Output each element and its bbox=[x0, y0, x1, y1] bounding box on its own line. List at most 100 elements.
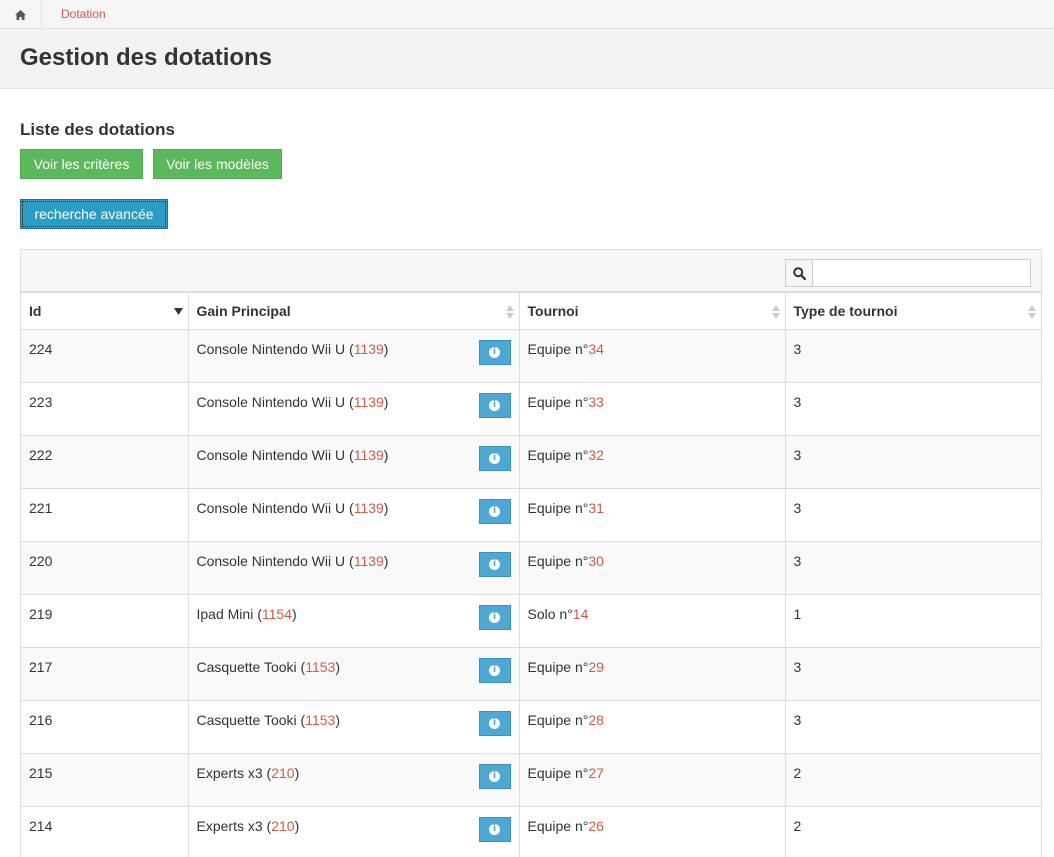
gain-ref-link[interactable]: 1139 bbox=[354, 500, 384, 516]
tournoi-link[interactable]: 28 bbox=[588, 712, 604, 728]
tournoi-link[interactable]: 29 bbox=[588, 659, 604, 675]
tournoi-link[interactable]: 31 bbox=[588, 500, 604, 516]
column-header-tournoi[interactable]: Tournoi bbox=[519, 292, 786, 330]
cell-tournoi: Equipe n°33 bbox=[519, 382, 786, 436]
info-button[interactable]: i bbox=[478, 605, 511, 630]
column-header-gain[interactable]: Gain Principal bbox=[188, 292, 520, 330]
gain-name: Casquette Tooki bbox=[196, 712, 297, 728]
cell-id: 221 bbox=[21, 488, 189, 542]
gain-name: Experts x3 bbox=[196, 818, 263, 834]
sort-desc-icon bbox=[173, 308, 183, 315]
gain-name: Ipad Mini bbox=[196, 606, 254, 622]
gain-ref-link[interactable]: 1139 bbox=[354, 447, 384, 463]
tournoi-label: Solo n° bbox=[527, 606, 573, 622]
info-button[interactable]: i bbox=[478, 552, 511, 577]
column-header-type[interactable]: Type de tournoi bbox=[785, 292, 1041, 330]
tournoi-label: Equipe n° bbox=[527, 765, 589, 781]
cell-id: 222 bbox=[21, 435, 189, 489]
cell-gain: Console Nintendo Wii U (1139) i bbox=[188, 382, 520, 436]
info-icon: i bbox=[489, 612, 500, 623]
search-input[interactable] bbox=[812, 259, 1031, 287]
gain-ref-link[interactable]: 1139 bbox=[354, 394, 384, 410]
info-icon: i bbox=[489, 506, 500, 517]
info-button[interactable]: i bbox=[478, 764, 511, 789]
cell-tournoi: Equipe n°28 bbox=[519, 700, 786, 754]
tournoi-label: Equipe n° bbox=[527, 500, 589, 516]
cell-gain: Experts x3 (210) i bbox=[188, 806, 520, 857]
info-button[interactable]: i bbox=[478, 658, 511, 683]
row-id: 219 bbox=[29, 606, 53, 622]
cell-gain: Console Nintendo Wii U (1139) i bbox=[188, 435, 520, 489]
tournoi-label: Equipe n° bbox=[527, 553, 589, 569]
gain-ref-link[interactable]: 1154 bbox=[262, 606, 292, 622]
column-header-label: Gain Principal bbox=[196, 303, 291, 319]
info-button[interactable]: i bbox=[478, 711, 511, 736]
row-id: 223 bbox=[29, 394, 53, 410]
cell-gain: Experts x3 (210) i bbox=[188, 753, 520, 807]
info-button[interactable]: i bbox=[478, 446, 511, 471]
tournoi-type: 3 bbox=[793, 712, 802, 728]
gain-name: Console Nintendo Wii U bbox=[196, 500, 346, 516]
cell-gain: Console Nintendo Wii U (1139) i bbox=[188, 541, 520, 595]
gain-ref-link[interactable]: 1139 bbox=[354, 341, 384, 357]
tournoi-link[interactable]: 26 bbox=[588, 818, 604, 834]
tournoi-label: Equipe n° bbox=[527, 394, 589, 410]
info-button[interactable]: i bbox=[478, 499, 511, 524]
gain-name: Casquette Tooki bbox=[196, 659, 297, 675]
section-title: Liste des dotations bbox=[20, 120, 175, 139]
cell-id: 217 bbox=[21, 647, 189, 701]
tournoi-link[interactable]: 33 bbox=[588, 394, 604, 410]
cell-id: 220 bbox=[21, 541, 189, 595]
table-row: 220 Console Nintendo Wii U (1139) i Equipe … bbox=[21, 541, 1041, 595]
tournoi-link[interactable]: 30 bbox=[588, 553, 604, 569]
gain-ref-link[interactable]: 210 bbox=[271, 765, 294, 781]
gain-ref-link[interactable]: 1153 bbox=[305, 659, 335, 675]
gain-ref-link[interactable]: 210 bbox=[271, 818, 294, 834]
info-icon: i bbox=[489, 559, 500, 570]
info-icon: i bbox=[489, 347, 500, 358]
dotations-table-container: Id Gain Principal Tournoi Type de tourno… bbox=[20, 249, 1042, 857]
info-icon: i bbox=[489, 453, 500, 464]
breadcrumb-home-link[interactable] bbox=[0, 0, 42, 29]
tournoi-link[interactable]: 32 bbox=[588, 447, 604, 463]
page-title: Gestion des dotations bbox=[20, 44, 273, 71]
tournoi-link[interactable]: 14 bbox=[573, 606, 589, 622]
gain-name: Console Nintendo Wii U bbox=[196, 447, 346, 463]
cell-tournoi: Equipe n°32 bbox=[519, 435, 786, 489]
cell-gain: Console Nintendo Wii U (1139) i bbox=[188, 488, 520, 542]
info-icon: i bbox=[489, 718, 500, 729]
column-header-id[interactable]: Id bbox=[21, 292, 189, 330]
gain-name: Console Nintendo Wii U bbox=[196, 553, 346, 569]
advanced-search-button[interactable]: recherche avancée bbox=[20, 199, 168, 229]
search-button[interactable] bbox=[785, 259, 813, 287]
info-button[interactable]: i bbox=[478, 340, 511, 365]
cell-gain: Casquette Tooki (1153) i bbox=[188, 647, 520, 701]
cell-gain: Casquette Tooki (1153) i bbox=[188, 700, 520, 754]
table-header-row: Id Gain Principal Tournoi Type de tourno… bbox=[21, 292, 1041, 330]
view-criteria-button[interactable]: Voir les critères bbox=[20, 149, 143, 179]
tournoi-link[interactable]: 27 bbox=[588, 765, 604, 781]
cell-tournoi: Equipe n°29 bbox=[519, 647, 786, 701]
tournoi-label: Equipe n° bbox=[527, 341, 589, 357]
tournoi-type: 3 bbox=[793, 553, 802, 569]
gain-ref-link[interactable]: 1153 bbox=[305, 712, 335, 728]
cell-gain: Ipad Mini (1154) i bbox=[188, 594, 520, 648]
breadcrumb-current[interactable]: Dotation bbox=[61, 7, 106, 21]
tournoi-type: 3 bbox=[793, 394, 802, 410]
info-button[interactable]: i bbox=[478, 817, 511, 842]
tournoi-label: Equipe n° bbox=[527, 818, 589, 834]
tournoi-type: 2 bbox=[793, 765, 802, 781]
cell-type: 3 bbox=[785, 700, 1041, 754]
info-button[interactable]: i bbox=[478, 393, 511, 418]
tournoi-link[interactable]: 34 bbox=[588, 341, 604, 357]
sort-icon bbox=[771, 305, 780, 319]
column-header-label: Id bbox=[29, 303, 42, 319]
table-row: 217 Casquette Tooki (1153) i Equipe n°29 3 bbox=[21, 647, 1041, 701]
cell-tournoi: Equipe n°30 bbox=[519, 541, 786, 595]
row-id: 222 bbox=[29, 447, 53, 463]
home-icon bbox=[15, 9, 26, 20]
row-id: 217 bbox=[29, 659, 53, 675]
gain-ref-link[interactable]: 1139 bbox=[354, 553, 384, 569]
view-models-button[interactable]: Voir les modèles bbox=[153, 149, 282, 179]
row-id: 220 bbox=[29, 553, 53, 569]
